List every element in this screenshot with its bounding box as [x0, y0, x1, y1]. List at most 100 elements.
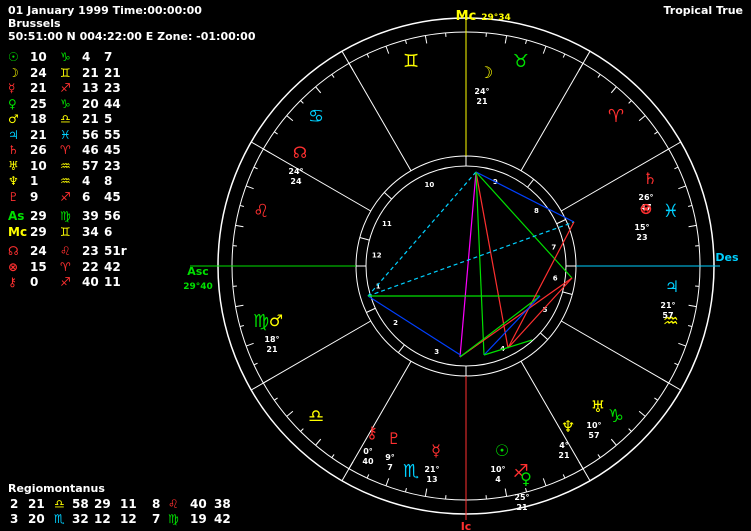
- house-cusp: [359, 237, 370, 241]
- zodiac-sign-glyph: ♊: [403, 51, 419, 72]
- house-number-label: 11: [382, 220, 392, 228]
- position-degree: 1: [30, 174, 39, 188]
- house-cusp: [397, 344, 405, 353]
- position-degree: 24: [30, 65, 47, 80]
- degree-tick: [504, 35, 508, 44]
- degree-tick: [597, 74, 601, 78]
- position-degree: 25: [30, 96, 47, 111]
- degree-tick: [424, 35, 428, 44]
- degree-tick: [525, 488, 528, 493]
- house-number-label: 2: [393, 319, 398, 327]
- degree-tick: [562, 474, 566, 479]
- house-number-label: 3: [434, 348, 439, 356]
- position-degree: 18: [30, 112, 47, 126]
- house-number-label: 12: [372, 251, 382, 259]
- position-sign-glyph: ♍: [60, 209, 71, 223]
- position-second: 23: [104, 158, 121, 173]
- degree-tick: [562, 53, 566, 58]
- position-second: 55: [104, 127, 121, 142]
- asc-label: Asc: [187, 265, 209, 278]
- position-body-glyph: ♄: [8, 143, 19, 157]
- degree-tick: [239, 204, 244, 207]
- degree-tick: [628, 428, 632, 432]
- aspect-line: [475, 171, 575, 223]
- degree-tick: [674, 362, 679, 366]
- position-minute: 34: [82, 224, 99, 239]
- sign-divider: [520, 361, 591, 482]
- house-value: 29: [94, 497, 111, 511]
- house-number: 8: [152, 497, 161, 511]
- position-body-glyph: ☊: [8, 244, 19, 258]
- position-degree: 29: [30, 224, 47, 239]
- degree-tick: [235, 224, 244, 228]
- chart-planet-minute: 57: [662, 311, 673, 320]
- degree-tick: [315, 86, 322, 94]
- house-number: 7: [152, 512, 161, 526]
- zodiac-sign-glyph: ♈: [608, 106, 624, 127]
- degree-tick: [253, 362, 258, 366]
- zodiac-sign-glyph: ♉: [513, 51, 529, 72]
- position-sign-glyph: ♌: [60, 244, 71, 258]
- zodiac-sign-glyph: ♑: [608, 406, 624, 427]
- degree-tick: [245, 342, 254, 347]
- house-number-label: 10: [425, 181, 435, 189]
- degree-tick: [366, 53, 370, 58]
- position-degree: 10: [30, 158, 47, 173]
- chart-datetime: 01 January 1999 Time:00:00:00: [8, 4, 202, 17]
- chart-planet-glyph: ☽: [479, 63, 493, 82]
- house-minute: 58: [72, 497, 89, 511]
- position-degree: 0: [30, 275, 39, 289]
- position-body-glyph: ☉: [8, 50, 19, 64]
- position-sign-glyph: ♑: [60, 96, 71, 111]
- degree-tick: [688, 325, 693, 328]
- house-number-label: 8: [534, 207, 539, 215]
- chart-planet-glyph: ♆: [561, 417, 575, 436]
- degree-tick: [674, 166, 679, 170]
- aspect-line: [475, 171, 485, 356]
- position-minute: 20: [82, 96, 99, 111]
- house-minute: 19: [190, 512, 207, 526]
- degree-tick: [404, 488, 407, 493]
- chart-planet-minute: 21: [266, 345, 278, 354]
- sign-divider: [341, 50, 412, 171]
- degree-tick: [300, 428, 304, 432]
- des-label: Des: [715, 251, 739, 264]
- degree-tick: [542, 478, 547, 487]
- degree-tick: [638, 410, 646, 417]
- house-cusp: [556, 219, 566, 225]
- chart-planet-glyph: ♀: [520, 469, 532, 488]
- chart-planet-glyph: ⚷: [366, 423, 378, 442]
- chart-planet-minute: 57: [588, 431, 599, 440]
- degree-tick: [688, 304, 697, 308]
- degree-tick: [239, 325, 244, 328]
- position-degree: 21: [30, 81, 47, 95]
- position-sign-glyph: ♊: [60, 224, 71, 239]
- chart-planet-glyph: ⊗: [639, 199, 652, 218]
- position-body-glyph: ♀: [8, 96, 17, 111]
- sign-divider: [520, 50, 591, 171]
- degree-tick: [678, 342, 687, 347]
- chart-planet-degree: 10°: [586, 421, 601, 430]
- position-body-glyph: ♇: [8, 189, 19, 204]
- chart-planet-minute: 7: [387, 463, 393, 472]
- degree-tick: [638, 115, 646, 122]
- degree-tick: [424, 488, 428, 497]
- degree-tick: [385, 478, 390, 487]
- house-minute: 40: [190, 497, 207, 511]
- position-body-glyph: ⚷: [8, 275, 17, 289]
- degree-tick: [253, 166, 258, 170]
- chart-planet-degree: 24°: [474, 87, 489, 96]
- position-sign-glyph: ♊: [60, 65, 71, 80]
- degree-tick: [504, 488, 508, 497]
- degree-tick: [331, 454, 335, 458]
- position-body-glyph: ♂: [8, 112, 19, 126]
- house-cusp: [383, 192, 393, 200]
- degree-tick: [235, 304, 244, 308]
- position-sign-glyph: ♈: [60, 143, 71, 157]
- chart-planet-minute: 21: [558, 451, 570, 460]
- position-sign-glyph: ♐: [60, 189, 71, 204]
- position-degree: 29: [30, 209, 47, 223]
- position-minute: 46: [82, 143, 99, 157]
- position-body-glyph: Mc: [8, 224, 28, 239]
- chart-planet-minute: 40: [362, 457, 374, 466]
